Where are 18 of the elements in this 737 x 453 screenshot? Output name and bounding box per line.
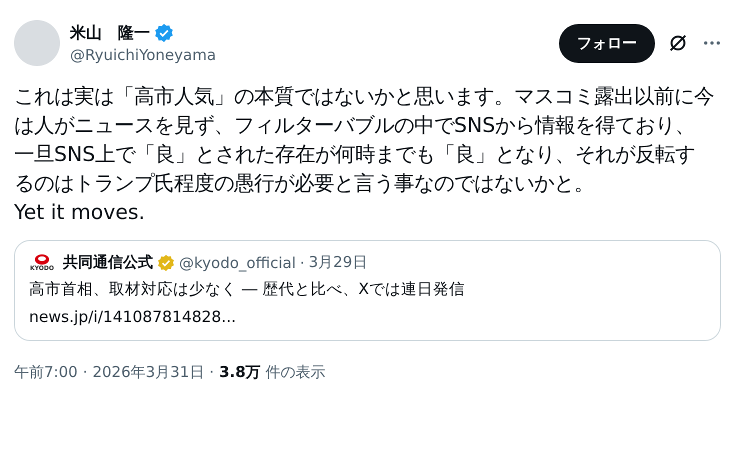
quoted-handle: @kyodo_official (179, 254, 296, 272)
post-date[interactable]: 2026年3月31日 (92, 363, 204, 382)
post-time[interactable]: 午前7:00 (14, 363, 78, 382)
separator-dot: · (82, 363, 88, 382)
author-name[interactable]: 米山 隆一 (70, 22, 150, 44)
view-count: 3.8万 (219, 363, 261, 382)
views-label: 件の表示 (266, 363, 326, 382)
follow-button[interactable]: フォロー (559, 24, 655, 62)
quoted-author-name: 共同通信公式 (63, 253, 153, 272)
more-icon[interactable] (703, 40, 721, 46)
author-handle[interactable]: @RyuichiYoneyama (70, 46, 559, 64)
tweet-text: これは実は「高市人気」の本質ではないかと思います。マスコミ露出以前に今は人がニュースを見ず、フィルターバブルの中でSNSから情報を得ており、一旦SNS上で「良」とされた存在が何時までも「良」となり、それが反転するのはトランプ氏程度の愚行が必要と言う事なのではないかと。 Yet it moves. (14, 83, 714, 226)
quoted-link[interactable]: news.jp/i/141087814828... (29, 306, 706, 328)
separator-dot: · (300, 254, 305, 272)
separator-dot: · (209, 363, 214, 382)
slashed-circle-icon[interactable] (667, 32, 689, 54)
quoted-text: 高市首相、取材対応は少なく ― 歴代と比べ、Xでは連日発信 (29, 279, 466, 300)
quoted-date: 3月29日 (308, 253, 368, 272)
